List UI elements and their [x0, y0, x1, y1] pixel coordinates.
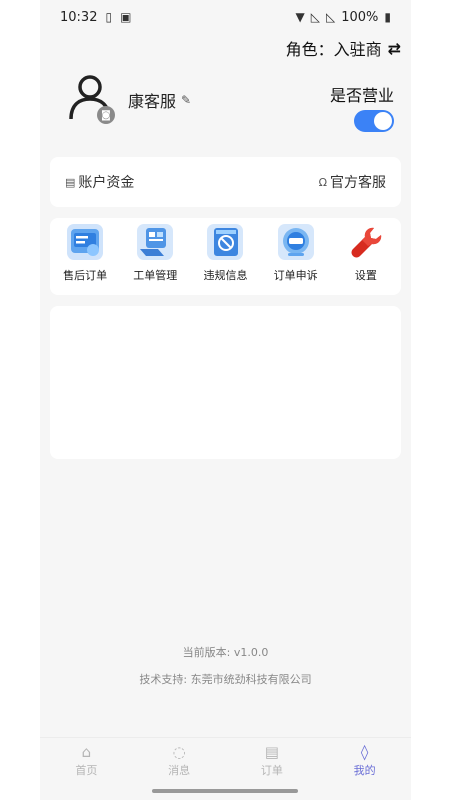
- profile-icon: ◊: [360, 743, 369, 761]
- business-status: 是否营业: [330, 82, 394, 132]
- message-icon: ◌: [172, 743, 186, 761]
- business-label: 是否营业: [329, 86, 394, 105]
- appeal-icon: [277, 223, 315, 261]
- bottom-tab-bar: ⌂ 首页 ◌ 消息 ▤ 订单 ◊ 我的: [40, 737, 411, 784]
- tab-label: 消息: [168, 764, 191, 777]
- avatar[interactable]: ◙: [66, 72, 115, 124]
- business-toggle[interactable]: [354, 110, 394, 132]
- account-funds-link[interactable]: ▤ 账户资金: [65, 172, 134, 192]
- no-signal-icon: ◺: [310, 10, 320, 24]
- function-grid: 售后订单 工单管理 违规信息 订单申诉 设置: [50, 218, 401, 295]
- battery-percent: 100%: [341, 9, 379, 25]
- func-work-order[interactable]: 工单管理: [122, 223, 188, 283]
- status-time: 10:32: [60, 9, 98, 25]
- camera-icon[interactable]: ◙: [97, 106, 115, 124]
- tab-label: 我的: [353, 764, 376, 777]
- toggle-knob: [374, 112, 392, 130]
- account-card: ▤ 账户资金 Ω 官方客服: [50, 157, 401, 207]
- edit-icon[interactable]: ✎: [181, 93, 191, 107]
- func-label: 违规信息: [203, 269, 248, 282]
- func-appeal[interactable]: 订单申诉: [263, 223, 329, 283]
- customer-service-link[interactable]: Ω 官方客服: [319, 172, 386, 192]
- tech-support: 技术支持: 东莞市统劲科技有限公司: [139, 673, 312, 686]
- app-screen: 10:32 ▯ ▣ ▼ ◺ ◺ 100% ▮ 角色：入驻商 ⇄ ◙ 康客服 ✎: [40, 0, 411, 800]
- customer-service-label: 官方客服: [330, 175, 386, 191]
- user-name-text: 康客服: [128, 92, 177, 111]
- role-label: 角色：入驻商: [285, 40, 382, 59]
- store-icon: ⌂: [81, 743, 92, 761]
- func-label: 工单管理: [133, 269, 178, 282]
- func-violation[interactable]: 违规信息: [192, 223, 258, 283]
- user-name[interactable]: 康客服 ✎: [128, 88, 191, 112]
- tab-home[interactable]: ⌂ 首页: [51, 738, 121, 784]
- wifi-icon: ▼: [295, 10, 305, 24]
- func-after-sale[interactable]: 售后订单: [52, 223, 118, 283]
- home-indicator[interactable]: [152, 789, 298, 793]
- no-signal-icon-2: ◺: [325, 10, 336, 24]
- func-settings[interactable]: 设置: [333, 223, 399, 283]
- after-sale-icon: [66, 223, 104, 261]
- account-funds-label: 账户资金: [78, 175, 135, 191]
- status-bar: 10:32 ▯ ▣ ▼ ◺ ◺ 100% ▮: [40, 0, 411, 34]
- wallet-icon: ▤: [65, 175, 76, 189]
- tab-label: 首页: [75, 764, 98, 777]
- func-label: 售后订单: [63, 269, 108, 282]
- tab-mine[interactable]: ◊ 我的: [330, 738, 400, 784]
- work-order-icon: [136, 223, 174, 261]
- func-label: 订单申诉: [273, 269, 318, 282]
- sim-icon: ▯: [105, 10, 113, 24]
- battery-icon: ▮: [384, 10, 391, 24]
- tab-messages[interactable]: ◌ 消息: [144, 738, 214, 784]
- app-version: 当前版本: v1.0.0: [182, 646, 269, 659]
- swap-icon[interactable]: ⇄: [388, 39, 401, 58]
- tab-label: 订单: [260, 764, 283, 777]
- func-label: 设置: [354, 269, 377, 282]
- empty-content-card: [50, 306, 401, 459]
- violation-icon: [206, 223, 244, 261]
- profile-header: ◙ 康客服 ✎ 是否营业: [66, 72, 396, 132]
- wrench-icon: [347, 223, 385, 261]
- image-notification-icon: ▣: [120, 10, 132, 24]
- headset-icon: Ω: [318, 175, 327, 189]
- order-icon: ▤: [264, 743, 279, 761]
- role-switch[interactable]: 角色：入驻商 ⇄: [286, 36, 401, 60]
- tab-orders[interactable]: ▤ 订单: [237, 738, 307, 784]
